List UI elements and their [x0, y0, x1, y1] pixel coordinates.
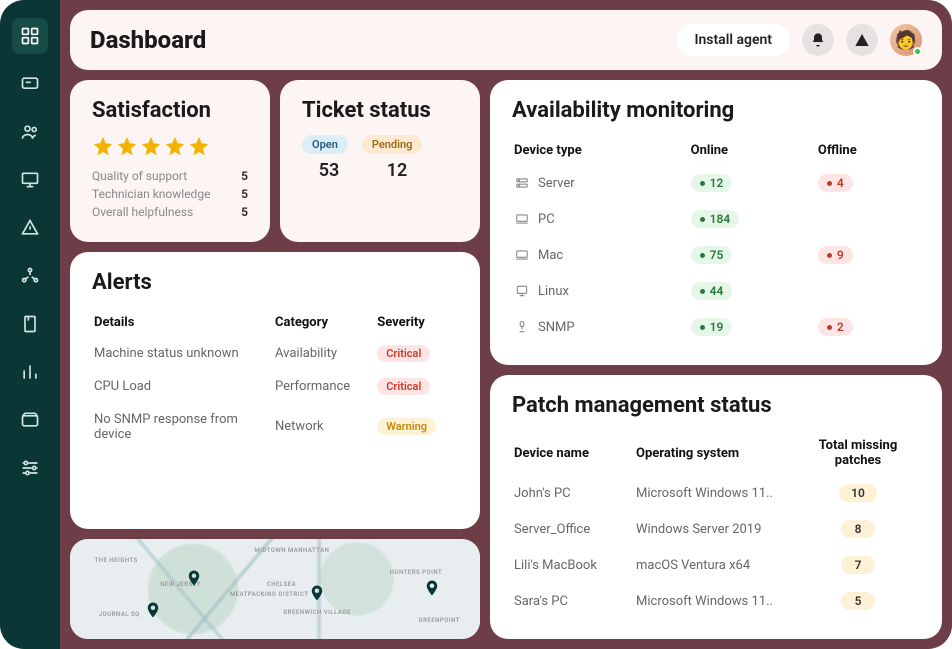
table-row[interactable]: No SNMP response from deviceNetworkWarni…	[94, 404, 456, 450]
col-details: Details	[94, 309, 273, 336]
map-card[interactable]: THE HEIGHTS NEW JERSEY CHELSEA MEATPACKI…	[70, 539, 480, 639]
pending-pill: Pending	[362, 135, 423, 154]
sidebar	[0, 0, 60, 649]
online-pill: 19	[691, 318, 733, 336]
alerts-title: Alerts	[92, 270, 458, 295]
sidebar-item-users[interactable]	[12, 114, 48, 150]
main: Dashboard Install agent 🧑 Satisfaction	[60, 0, 952, 649]
user-avatar[interactable]: 🧑	[890, 24, 922, 56]
table-row[interactable]: Lili's MacBookmacOS Ventura x647	[514, 548, 918, 582]
mac-icon	[514, 248, 530, 262]
warning-icon	[854, 32, 870, 48]
ticket-status-card: Ticket status Open Pending 53 12	[280, 80, 480, 242]
snmp-icon	[514, 320, 530, 334]
presence-dot	[913, 47, 922, 56]
sidebar-item-dashboard[interactable]	[12, 18, 48, 54]
ticket-title: Ticket status	[302, 98, 458, 123]
table-row[interactable]: Server124	[514, 166, 918, 200]
star-icon	[92, 135, 114, 157]
table-row[interactable]: Mac759	[514, 238, 918, 272]
open-count: 53	[302, 160, 356, 181]
open-pill: Open	[302, 135, 348, 154]
pending-count: 12	[370, 160, 424, 181]
star-icon	[140, 135, 162, 157]
severity-badge: Critical	[377, 378, 430, 395]
patch-count-badge: 10	[839, 484, 877, 502]
sidebar-item-billing[interactable]	[12, 402, 48, 438]
satisfaction-card: Satisfaction Quality of support5 Technic…	[70, 80, 270, 242]
sidebar-item-messages[interactable]	[12, 66, 48, 102]
online-pill: 44	[691, 282, 733, 300]
table-row[interactable]: Server_OfficeWindows Server 20198	[514, 512, 918, 546]
pc-icon	[514, 212, 530, 226]
star-rating	[92, 135, 248, 157]
map-pin-icon[interactable]	[423, 579, 441, 597]
map-pin-icon[interactable]	[308, 584, 326, 602]
sidebar-item-alerts[interactable]	[12, 210, 48, 246]
star-icon	[116, 135, 138, 157]
offline-pill: 4	[818, 174, 853, 192]
metric-row: Technician knowledge5	[92, 187, 248, 201]
linux-icon	[514, 284, 530, 298]
severity-badge: Warning	[377, 418, 436, 435]
sidebar-item-reports[interactable]	[12, 354, 48, 390]
online-pill: 12	[691, 174, 733, 192]
page-title: Dashboard	[90, 26, 206, 54]
col-device-type: Device type	[514, 137, 689, 164]
header: Dashboard Install agent 🧑	[70, 10, 942, 70]
install-agent-button[interactable]: Install agent	[676, 24, 790, 56]
table-row[interactable]: Linux44	[514, 274, 918, 308]
table-row[interactable]: John's PCMicrosoft Windows 11..10	[514, 476, 918, 510]
online-pill: 75	[691, 246, 733, 264]
metric-row: Quality of support5	[92, 169, 248, 183]
table-row[interactable]: PC184	[514, 202, 918, 236]
sidebar-item-integrations[interactable]	[12, 258, 48, 294]
alerts-card: Alerts Details Category Severity Machine…	[70, 252, 480, 529]
patch-count-badge: 5	[841, 592, 875, 610]
sidebar-item-settings[interactable]	[12, 450, 48, 486]
satisfaction-title: Satisfaction	[92, 98, 248, 123]
col-online: Online	[691, 137, 816, 164]
col-category: Category	[275, 309, 375, 336]
star-icon	[188, 135, 210, 157]
sidebar-item-devices[interactable]	[12, 162, 48, 198]
col-total: Total missing patches	[798, 432, 918, 474]
warnings-button[interactable]	[846, 24, 878, 56]
offline-pill: 2	[818, 318, 853, 336]
server-icon	[514, 176, 530, 190]
availability-card: Availability monitoring Device type Onli…	[490, 80, 942, 365]
metric-row: Overall helpfulness5	[92, 205, 248, 219]
table-row[interactable]: Machine status unknownAvailabilityCritic…	[94, 338, 456, 369]
map-pin-icon[interactable]	[185, 569, 203, 587]
col-severity: Severity	[377, 309, 456, 336]
table-row[interactable]: CPU LoadPerformanceCritical	[94, 371, 456, 402]
offline-pill: 9	[818, 246, 853, 264]
patch-card: Patch management status Device name Oper…	[490, 375, 942, 639]
patch-count-badge: 7	[841, 556, 875, 574]
notifications-button[interactable]	[802, 24, 834, 56]
star-icon	[164, 135, 186, 157]
severity-badge: Critical	[377, 345, 430, 362]
col-device-name: Device name	[514, 432, 634, 474]
col-offline: Offline	[818, 137, 918, 164]
table-row[interactable]: SNMP192	[514, 310, 918, 344]
sidebar-item-docs[interactable]	[12, 306, 48, 342]
patch-title: Patch management status	[512, 393, 920, 418]
bell-icon	[810, 32, 826, 48]
availability-title: Availability monitoring	[512, 98, 920, 123]
patch-count-badge: 8	[841, 520, 875, 538]
map-pin-icon[interactable]	[144, 601, 162, 619]
col-os: Operating system	[636, 432, 796, 474]
table-row[interactable]: Sara's PCMicrosoft Windows 11..5	[514, 584, 918, 618]
online-pill: 184	[691, 210, 740, 228]
